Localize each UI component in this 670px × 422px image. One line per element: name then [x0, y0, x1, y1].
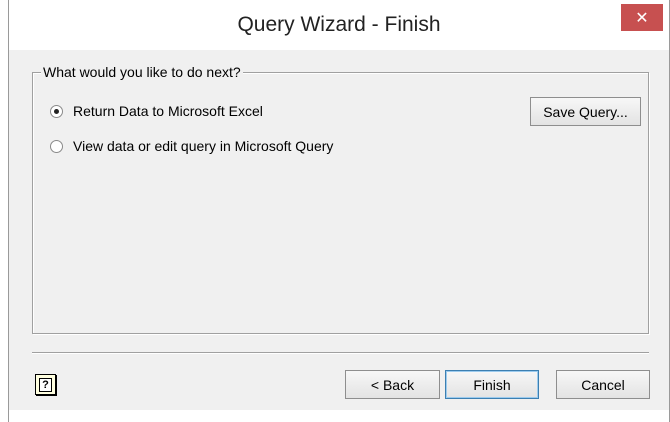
- next-step-group: What would you like to do next? Return D…: [32, 64, 649, 334]
- option-view-edit-query-label: View data or edit query in Microsoft Que…: [73, 138, 334, 154]
- title-bar: Query Wizard - Finish ✕: [9, 0, 669, 50]
- save-query-button[interactable]: Save Query...: [530, 97, 641, 126]
- radio-return-data[interactable]: [50, 104, 63, 118]
- query-wizard-dialog: Query Wizard - Finish ✕ What would you l…: [8, 0, 670, 422]
- help-button[interactable]: ?: [35, 374, 56, 395]
- close-button[interactable]: ✕: [621, 4, 663, 31]
- group-legend: What would you like to do next?: [41, 64, 243, 80]
- radio-selected-dot: [54, 108, 59, 114]
- dialog-body: What would you like to do next? Return D…: [9, 50, 669, 410]
- finish-button[interactable]: Finish: [445, 370, 539, 399]
- close-icon: ✕: [635, 9, 649, 27]
- separator: [32, 352, 649, 354]
- option-return-data[interactable]: Return Data to Microsoft Excel: [50, 103, 263, 119]
- option-return-data-label: Return Data to Microsoft Excel: [73, 103, 263, 119]
- radio-view-edit-query[interactable]: [50, 139, 63, 153]
- option-view-edit-query[interactable]: View data or edit query in Microsoft Que…: [50, 138, 333, 154]
- back-button[interactable]: < Back: [345, 370, 440, 399]
- window-title: Query Wizard - Finish: [237, 13, 441, 36]
- cancel-button[interactable]: Cancel: [556, 370, 650, 399]
- help-icon: ?: [39, 377, 52, 392]
- bottom-edge: [9, 410, 669, 422]
